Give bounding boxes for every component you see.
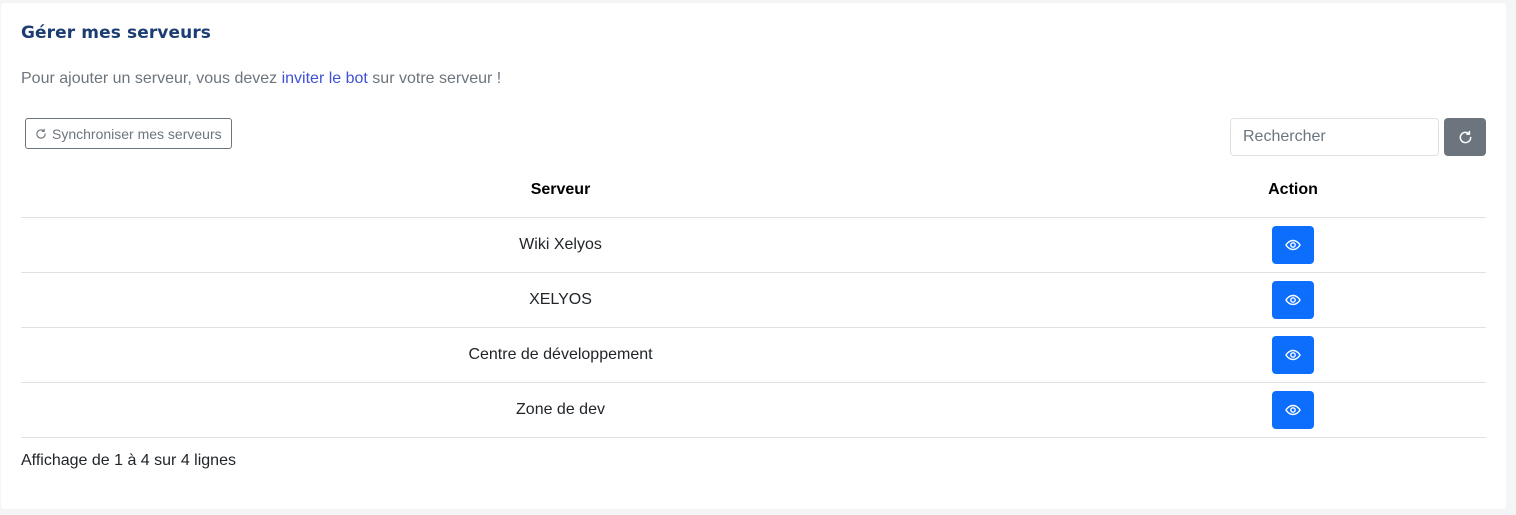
page-title: Gérer mes serveurs [21,23,212,43]
eye-icon [1285,239,1301,250]
server-name: XELYOS [21,272,1100,328]
eye-icon [1285,404,1301,415]
intro-text: Pour ajouter un serveur, vous devez invi… [21,70,501,88]
sync-servers-button[interactable]: Synchroniser mes serveurs [25,118,232,149]
table-row: Zone de dev [21,382,1486,438]
table-row: XELYOS [21,272,1486,328]
servers-table: Serveur Action Wiki Xelyos XELYOS Centre… [21,163,1486,438]
column-header-server[interactable]: Serveur [21,163,1100,218]
table-row: Centre de développement [21,327,1486,383]
pagination-info: Affichage de 1 à 4 sur 4 lignes [21,452,236,469]
refresh-button[interactable] [1444,118,1486,156]
sync-servers-label: Synchroniser mes serveurs [52,125,222,142]
view-server-button[interactable] [1272,335,1314,374]
invite-bot-link[interactable]: inviter le bot [282,70,368,87]
table-row: Wiki Xelyos [21,217,1486,273]
view-server-button[interactable] [1272,280,1314,319]
eye-icon [1285,349,1301,360]
server-name: Zone de dev [21,382,1100,438]
server-name: Centre de développement [21,327,1100,383]
servers-card: Gérer mes serveurs Pour ajouter un serve… [1,3,1506,509]
column-header-action[interactable]: Action [1100,163,1486,218]
view-server-button[interactable] [1272,225,1314,264]
intro-text-after: sur votre serveur ! [367,70,502,87]
eye-icon [1285,294,1301,305]
search-input[interactable] [1230,118,1439,156]
view-server-button[interactable] [1272,390,1314,429]
table-header-row: Serveur Action [21,163,1486,218]
refresh-icon [1459,130,1471,143]
refresh-icon [36,128,46,139]
intro-text-before: Pour ajouter un serveur, vous devez [21,70,282,87]
server-name: Wiki Xelyos [21,217,1100,273]
